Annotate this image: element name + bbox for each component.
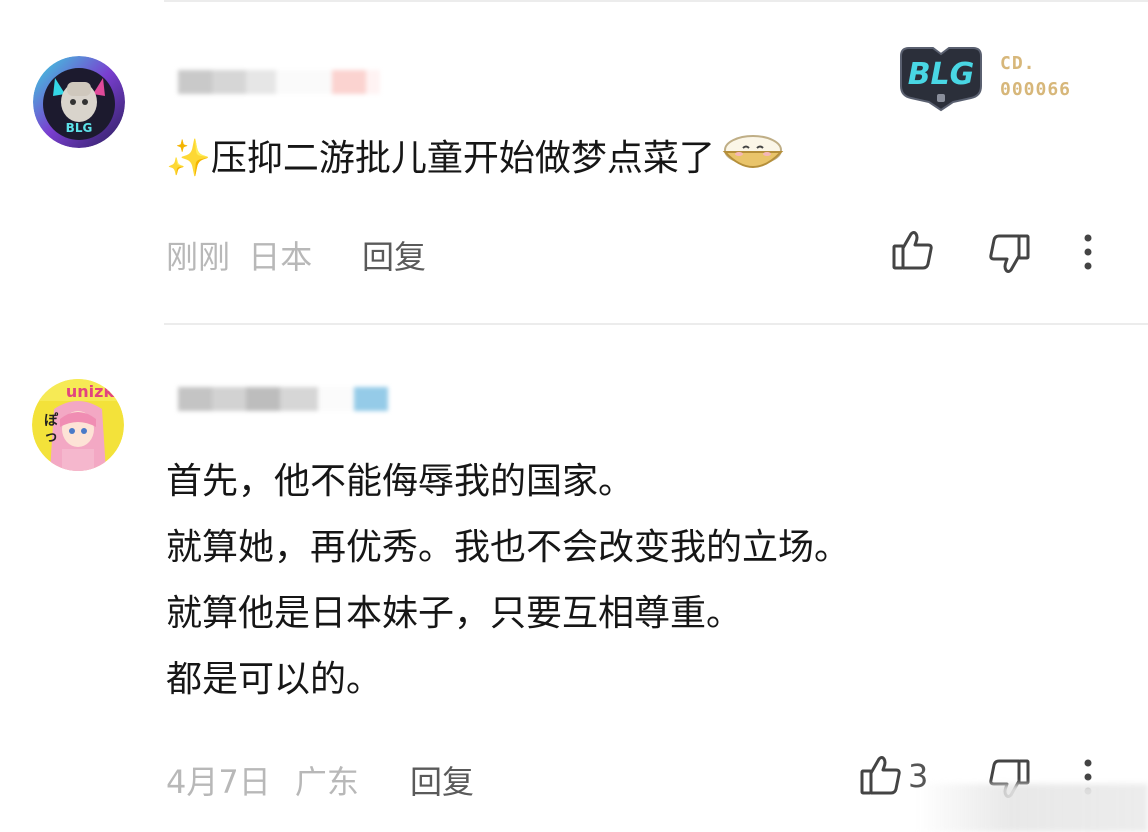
username-blurred[interactable] xyxy=(178,70,380,94)
thumbs-down-icon xyxy=(989,234,1030,273)
sparkle-emoji-icon: ✨ xyxy=(166,138,211,179)
svg-text:ぽ: ぽ xyxy=(44,412,59,429)
comment-text-body: 压抑二游批儿童开始做梦点菜了 xyxy=(210,138,715,179)
username-blurred[interactable] xyxy=(178,387,388,411)
blg-logo-icon: BLG xyxy=(900,47,982,112)
reply-button[interactable]: 回复 xyxy=(362,232,426,278)
more-button[interactable] xyxy=(1078,234,1098,270)
comment-item: BLG BLG CD. 000066 ✨压抑二游批儿童开始做梦点菜了 刚刚 日本… xyxy=(0,0,1148,325)
watermark-overlay xyxy=(918,784,1148,832)
svg-text:BLG: BLG xyxy=(66,121,93,135)
comment-line: 都是可以的。 xyxy=(166,659,383,700)
svg-text:BLG: BLG xyxy=(908,57,975,92)
dislike-button[interactable] xyxy=(986,230,1032,276)
rice-bowl-emoji-icon xyxy=(722,135,784,168)
timestamp: 刚刚 xyxy=(166,238,231,276)
reply-button[interactable]: 回复 xyxy=(410,757,474,803)
comment-text: ✨压抑二游批儿童开始做梦点菜了 xyxy=(166,126,785,192)
badge-code-prefix: CD. xyxy=(1000,53,1036,74)
avatar[interactable]: unizk ぽ っ xyxy=(32,379,124,471)
comment-line: 就算他是日本妹子，只要互相尊重。 xyxy=(166,593,743,634)
comment-line: 首先，他不能侮辱我的国家。 xyxy=(166,461,635,502)
comment-item: unizk ぽ っ 首先，他不能侮辱我的国家。 就算她，再优秀。我也不会改变我的… xyxy=(0,325,1148,832)
svg-text:unizk: unizk xyxy=(66,382,115,401)
comment-meta: 4月7日 广东 xyxy=(166,757,359,803)
avatar-image: unizk ぽ っ xyxy=(32,379,124,471)
comment-line: 就算她，再优秀。我也不会改变我的立场。 xyxy=(166,527,851,568)
more-vertical-icon xyxy=(1084,234,1092,270)
avatar-image: BLG xyxy=(33,56,125,148)
thumbs-up-icon xyxy=(860,756,901,795)
location: 日本 xyxy=(248,238,313,276)
like-button[interactable] xyxy=(890,228,940,274)
thumbs-up-icon xyxy=(892,231,933,270)
location: 广东 xyxy=(294,763,359,801)
avatar[interactable]: BLG xyxy=(33,56,125,148)
svg-text:っ: っ xyxy=(44,429,58,445)
comment-text: 首先，他不能侮辱我的国家。 就算她，再优秀。我也不会改变我的立场。 就算他是日本… xyxy=(166,449,850,713)
timestamp: 4月7日 xyxy=(166,763,271,801)
team-badge[interactable]: BLG xyxy=(893,46,989,112)
comment-meta: 刚刚 日本 xyxy=(166,232,312,278)
badge-code-number: 000066 xyxy=(1000,79,1072,100)
